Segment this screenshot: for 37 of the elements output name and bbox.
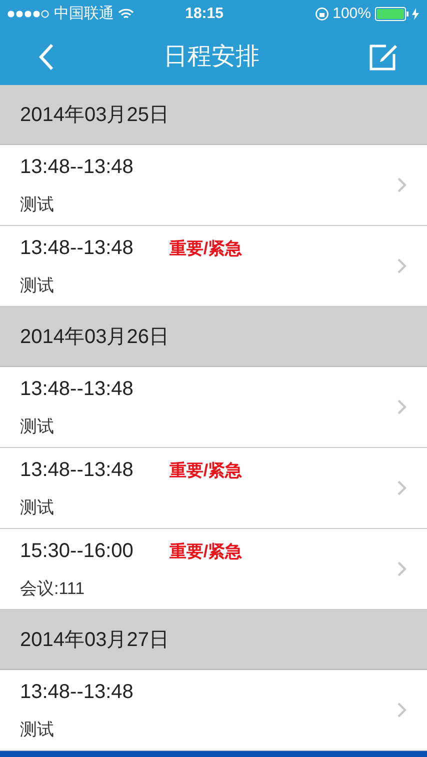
time-range: 13:48--13:48: [20, 155, 134, 180]
date-text: 2014年03月27日: [20, 628, 169, 652]
time-range: 15:30--16:00: [20, 539, 134, 564]
chevron-icon: [397, 561, 407, 577]
battery-icon: [375, 7, 421, 21]
page-title: 日程安排: [164, 42, 260, 72]
schedule-item[interactable]: 13:48--13:48 测试: [0, 145, 427, 226]
edit-button[interactable]: [369, 42, 397, 70]
time-range: 13:48--13:48: [20, 377, 134, 402]
schedule-item[interactable]: 13:48--13:48 重要/紧急 测试: [0, 448, 427, 529]
time-range: 13:48--13:48: [20, 236, 134, 262]
time-range: 13:48--13:48: [20, 680, 134, 706]
priority-tag: 重要/紧急: [169, 236, 242, 262]
date-text: 2014年03月25日: [20, 102, 169, 128]
date-text: 2014年03月26日: [20, 324, 169, 350]
carrier-name: 中国联通: [54, 4, 114, 24]
chevron-icon: [397, 702, 407, 718]
time-range: 13:48--13:48: [20, 458, 134, 484]
item-title: 会议:111: [20, 578, 86, 600]
battery-percent: 100%: [332, 4, 371, 24]
item-title: 测试: [20, 719, 55, 742]
item-title: 测试: [20, 497, 55, 520]
chevron-icon: [397, 258, 407, 274]
back-button[interactable]: [38, 42, 54, 70]
item-title: 测试: [20, 194, 55, 216]
chevron-icon: [397, 480, 407, 496]
priority-tag: 重要/紧急: [169, 539, 242, 565]
signal-icon: [6, 9, 50, 19]
schedule-item[interactable]: 13:48--13:48 测试: [0, 367, 427, 448]
chevron-icon: [397, 177, 407, 193]
rotation-lock-icon: [314, 7, 329, 21]
priority-tag: 重要/紧急: [169, 458, 242, 484]
status-time: 18:15: [185, 4, 224, 24]
item-title: 测试: [20, 275, 55, 298]
chevron-icon: [397, 399, 407, 415]
wifi-icon: [118, 8, 134, 20]
item-title: 测试: [20, 416, 55, 438]
